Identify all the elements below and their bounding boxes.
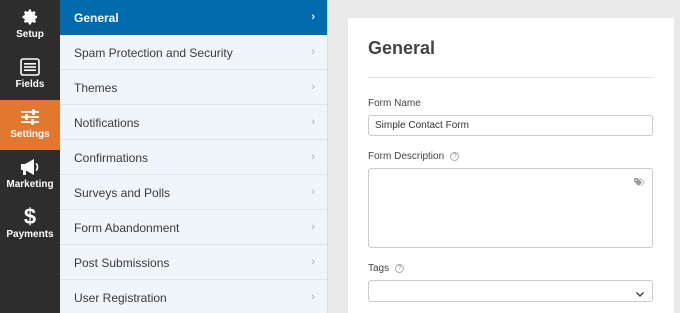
menu-item-label: Spam Protection and Security bbox=[74, 46, 233, 60]
menu-item-surveys-polls[interactable]: Surveys and Polls › bbox=[60, 175, 327, 210]
form-name-input[interactable] bbox=[368, 115, 653, 136]
rail-item-label: Marketing bbox=[6, 179, 54, 190]
panel-title: General bbox=[368, 38, 436, 58]
menu-item-confirmations[interactable]: Confirmations › bbox=[60, 140, 327, 175]
rail-item-label: Setup bbox=[16, 29, 44, 40]
form-name-label: Form Name bbox=[368, 98, 421, 109]
menu-item-label: Themes bbox=[74, 81, 118, 95]
rail-item-label: Payments bbox=[6, 229, 54, 240]
fields-icon bbox=[0, 56, 60, 78]
divider bbox=[368, 77, 654, 78]
menu-item-post-submissions[interactable]: Post Submissions › bbox=[60, 245, 327, 280]
settings-menu: General › Spam Protection and Security ›… bbox=[60, 0, 328, 313]
rail-item-marketing[interactable]: Marketing bbox=[0, 150, 60, 200]
chevron-right-icon: › bbox=[311, 11, 315, 23]
chevron-right-icon: › bbox=[311, 291, 315, 303]
help-icon[interactable]: ? bbox=[395, 263, 405, 273]
menu-item-label: Notifications bbox=[74, 116, 140, 130]
rail-item-settings[interactable]: Settings bbox=[0, 100, 60, 150]
menu-item-form-abandonment[interactable]: Form Abandonment › bbox=[60, 210, 327, 245]
rail-item-setup[interactable]: Setup bbox=[0, 0, 60, 50]
chevron-right-icon: › bbox=[311, 186, 315, 198]
form-name-label-text: Form Name bbox=[368, 98, 421, 109]
form-description-label: Form Description? bbox=[368, 151, 460, 162]
chevron-right-icon: › bbox=[311, 116, 315, 128]
chevron-right-icon: › bbox=[311, 221, 315, 233]
dollar-icon: $ bbox=[0, 206, 60, 228]
builder-sidebar: Setup Fields Settings Marketing $ Paymen… bbox=[0, 0, 60, 313]
menu-item-label: Form Abandonment bbox=[74, 221, 180, 235]
menu-item-label: Surveys and Polls bbox=[74, 186, 171, 200]
chevron-down-icon bbox=[635, 286, 645, 298]
megaphone-icon bbox=[0, 156, 60, 178]
menu-item-user-registration[interactable]: User Registration › bbox=[60, 280, 327, 313]
menu-item-label: Post Submissions bbox=[74, 256, 170, 270]
tags-select[interactable] bbox=[368, 280, 653, 302]
chevron-right-icon: › bbox=[311, 256, 315, 268]
form-description-textarea[interactable] bbox=[368, 168, 653, 248]
rail-item-label: Settings bbox=[10, 129, 50, 140]
form-description-label-text: Form Description bbox=[368, 151, 445, 162]
tags-label: Tags? bbox=[368, 263, 405, 274]
general-settings-panel: General Form Name Form Description? Tags… bbox=[348, 18, 674, 313]
menu-item-spam-protection[interactable]: Spam Protection and Security › bbox=[60, 35, 327, 70]
chevron-right-icon: › bbox=[311, 151, 315, 163]
gear-icon bbox=[0, 6, 60, 28]
tags-label-text: Tags bbox=[368, 263, 390, 274]
menu-item-notifications[interactable]: Notifications › bbox=[60, 105, 327, 140]
svg-text:$: $ bbox=[24, 206, 36, 228]
menu-item-label: Confirmations bbox=[74, 151, 149, 165]
sliders-icon bbox=[0, 106, 60, 128]
menu-item-label: User Registration bbox=[74, 291, 167, 305]
menu-item-themes[interactable]: Themes › bbox=[60, 70, 327, 105]
chevron-right-icon: › bbox=[311, 81, 315, 93]
menu-item-general[interactable]: General › bbox=[60, 0, 327, 35]
rail-item-fields[interactable]: Fields bbox=[0, 50, 60, 100]
rail-item-payments[interactable]: $ Payments bbox=[0, 200, 60, 250]
help-icon[interactable]: ? bbox=[450, 151, 460, 161]
menu-item-label: General bbox=[74, 11, 119, 25]
tag-icon[interactable] bbox=[634, 174, 646, 186]
chevron-right-icon: › bbox=[311, 46, 315, 58]
rail-item-label: Fields bbox=[15, 79, 45, 90]
